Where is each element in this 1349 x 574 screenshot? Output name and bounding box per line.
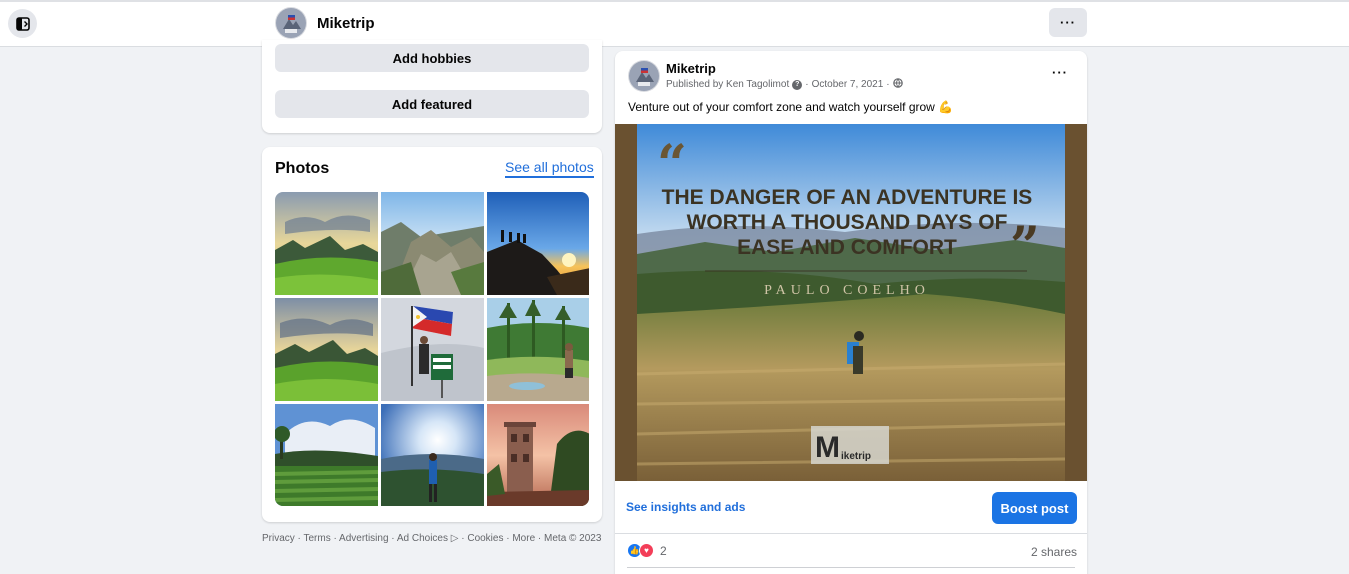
reaction-count[interactable]: 2 [660,544,667,558]
page-name[interactable]: Miketrip [317,15,375,32]
intro-card: Add hobbies Add featured [262,40,602,133]
post-text: Venture out of your comfort zone and wat… [628,100,954,114]
photo-mountain-meadow-cloudy[interactable] [275,298,378,401]
sidebar-toggle-icon[interactable] [8,9,37,38]
see-all-photos-link[interactable]: See all photos [505,159,594,178]
shares-count[interactable]: 2 shares [1031,545,1077,559]
divider [627,567,1075,568]
post-more-options-button[interactable]: ··· [1052,65,1068,80]
globe-icon [892,78,903,91]
quote-line-3: EASE AND COMFORT [737,236,957,259]
boost-post-button[interactable]: Boost post [992,492,1077,524]
photo-grid [275,192,589,506]
quote-author: PAULO COELHO [764,283,930,298]
post-author-avatar[interactable] [628,60,660,92]
photo-cabbage-field-clouds[interactable] [275,404,378,506]
see-insights-link[interactable]: See insights and ads [626,500,745,514]
page-avatar[interactable] [275,7,307,39]
question-icon[interactable]: ? [792,79,803,90]
meta-separator: · [805,79,809,90]
quote-line-2: WORTH A THOUSAND DAYS OF [687,211,1008,234]
post-author-name[interactable]: Miketrip [666,61,716,76]
quote-line-1: THE DANGER OF AN ADVENTURE IS [662,186,1033,209]
photo-rocky-peak[interactable] [381,192,484,295]
photo-mountain-meadow-sunrise[interactable] [275,192,378,295]
post-image[interactable]: “ ” THE DANGER OF AN ADVENTURE IS WORTH … [615,124,1087,481]
photo-hikers-on-summit-sunset[interactable] [487,192,589,295]
photos-title: Photos [275,160,330,177]
photo-hiker-by-river[interactable] [487,298,589,401]
reactions[interactable]: 👍 ♥ 2 [627,543,667,558]
published-by: Published by Ken Tagolimot [666,79,790,90]
photo-hiker-sunburst-valley[interactable] [381,404,484,506]
add-hobbies-button[interactable]: Add hobbies [275,44,589,72]
divider [615,533,1087,534]
more-options-button[interactable]: ··· [1049,8,1087,37]
footer-links[interactable]: Privacy · Terms · Advertising · Ad Choic… [262,532,602,545]
watermark-text: iketrip [841,451,871,462]
post-card: Miketrip Published by Ken Tagolimot ? · … [615,51,1087,574]
post-date[interactable]: October 7, 2021 [812,79,884,90]
add-featured-button[interactable]: Add featured [275,90,589,118]
photos-card: Photos See all photos [262,147,602,522]
svg-text:”: ” [1010,216,1040,277]
love-icon: ♥ [639,543,654,558]
photo-hiker-with-philippine-flag[interactable] [381,298,484,401]
top-bar: Miketrip ··· [0,0,1349,47]
post-meta: Published by Ken Tagolimot ? · October 7… [666,78,903,91]
meta-separator: · [886,79,890,90]
photo-old-tower-sunset[interactable] [487,404,589,506]
watermark-letter: M [815,431,840,464]
